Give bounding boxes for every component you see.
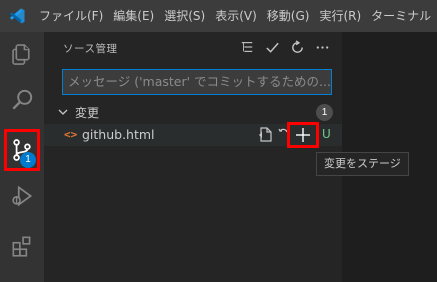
menu-bar: ファイル(F) 編集(E) 選択(S) 表示(V) 移動(G) 実行(R) ター… [0, 0, 437, 32]
changes-group-label: 変更 [75, 106, 100, 120]
search-icon [12, 89, 33, 110]
menu-run[interactable]: 実行(R) [314, 0, 366, 32]
view-as-tree-icon[interactable] [239, 39, 255, 55]
activity-bar: 1 [0, 32, 44, 282]
menu-edit[interactable]: 編集(E) [108, 0, 159, 32]
vscode-logo-icon [0, 0, 34, 32]
stage-changes-tooltip: 変更をステージ [316, 152, 409, 176]
run-debug-icon [12, 185, 33, 207]
refresh-icon[interactable] [289, 39, 305, 55]
source-control-sidebar: ソース管理 メッセージ ('master' でコミットするための... 変更 1… [44, 32, 342, 282]
open-file-icon[interactable] [258, 126, 276, 144]
changes-count-badge: 1 [316, 104, 333, 121]
html-file-icon: <> [64, 128, 78, 141]
files-icon [12, 44, 30, 65]
menu-go[interactable]: 移動(G) [262, 0, 315, 32]
extensions-icon [12, 236, 31, 257]
plus-icon [296, 128, 310, 142]
file-status-letter: U [322, 127, 331, 141]
sidebar-title: ソース管理 [63, 43, 118, 55]
commit-message-input[interactable]: メッセージ ('master' でコミットするための... [62, 69, 332, 95]
file-name: github.html [82, 127, 155, 142]
menu-view[interactable]: 表示(V) [210, 0, 262, 32]
chevron-down-icon [58, 109, 68, 115]
activity-explorer[interactable] [0, 32, 44, 76]
activity-extensions[interactable] [0, 224, 44, 268]
stage-changes-button[interactable] [287, 122, 319, 148]
activity-source-control[interactable]: 1 [4, 129, 40, 171]
source-control-badge: 1 [20, 152, 36, 168]
activity-search[interactable] [0, 78, 44, 122]
activity-run-debug[interactable] [0, 174, 44, 218]
commit-check-icon[interactable] [264, 39, 280, 55]
sidebar-header: ソース管理 [44, 32, 342, 64]
more-actions-icon[interactable] [314, 39, 330, 55]
changes-group-header[interactable]: 変更 1 [44, 102, 342, 122]
menu-selection[interactable]: 選択(S) [159, 0, 210, 32]
sidebar-toolbar [239, 39, 330, 55]
menu-file[interactable]: ファイル(F) [34, 0, 108, 32]
menu-terminal[interactable]: ターミナル [366, 0, 436, 32]
changed-file-row[interactable]: <> github.html U [44, 122, 342, 148]
